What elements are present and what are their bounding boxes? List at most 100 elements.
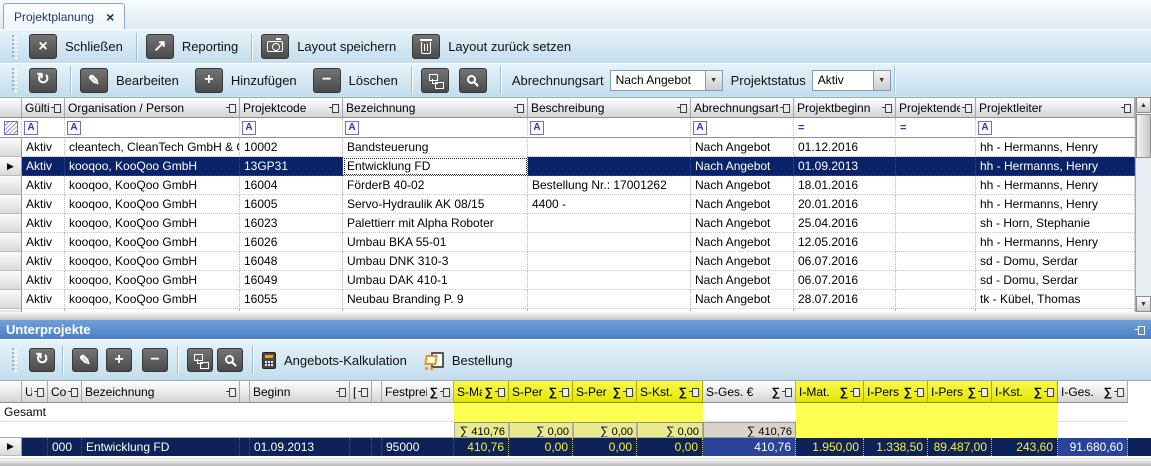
cell[interactable]: 0,00 bbox=[637, 438, 703, 456]
cell[interactable]: 1.338,50 bbox=[864, 438, 928, 456]
cell[interactable]: kooqoo, KooQoo GmbH bbox=[65, 157, 240, 176]
cell[interactable]: kooqoo, KooQoo GmbH bbox=[65, 214, 240, 233]
refresh-button[interactable]: ↻ bbox=[23, 64, 67, 96]
cell[interactable]: Nach Angebot bbox=[691, 233, 794, 252]
pin-icon[interactable] bbox=[677, 103, 687, 113]
edit-button[interactable]: ✎ Bearbeiten bbox=[74, 64, 189, 96]
sum-icon[interactable]: ∑ bbox=[1103, 385, 1112, 399]
layout-reset-button[interactable]: Layout zurück setzen bbox=[406, 30, 581, 63]
cell[interactable]: Entwicklung FD bbox=[82, 438, 240, 456]
status-filter-dropdown[interactable]: Aktiv ▼ bbox=[812, 70, 891, 91]
pin-icon[interactable] bbox=[780, 103, 790, 113]
subgrid-column-header-festprei[interactable]: Festprei∑ bbox=[382, 381, 454, 403]
row-indicator[interactable] bbox=[0, 195, 22, 214]
row-indicator[interactable] bbox=[0, 138, 22, 157]
horizontal-scrollbar[interactable] bbox=[0, 458, 1151, 466]
subgrid-column-header--[interactable]: [ bbox=[350, 381, 372, 403]
cell[interactable]: 01.12.2016 bbox=[794, 138, 896, 157]
pin-icon[interactable] bbox=[962, 103, 972, 113]
cell[interactable]: Bandsteuerung bbox=[343, 138, 528, 157]
cell[interactable] bbox=[528, 252, 691, 271]
cell[interactable]: Nach Angebot bbox=[691, 290, 794, 309]
cell[interactable]: 16026 bbox=[240, 233, 343, 252]
column-header-abrechnungsart[interactable]: Abrechnungsart bbox=[691, 98, 794, 118]
cell[interactable]: Aktiv bbox=[22, 157, 65, 176]
cell[interactable]: 06.07.2016 bbox=[794, 252, 896, 271]
cell[interactable]: sd - Domu, Serdar bbox=[976, 252, 1135, 271]
cell[interactable]: 0,00 bbox=[509, 438, 573, 456]
sum-icon[interactable]: ∑ bbox=[1033, 385, 1042, 399]
subgrid-column-header-u[interactable]: U bbox=[22, 381, 48, 403]
cell[interactable] bbox=[240, 438, 250, 456]
table-row[interactable]: ▶Aktivkooqoo, KooQoo GmbH13GP31Entwicklu… bbox=[0, 157, 1135, 176]
pin-icon[interactable] bbox=[329, 103, 339, 113]
subgrid-column-header-bezeichnung[interactable]: Bezeichnung bbox=[82, 381, 240, 403]
cell[interactable] bbox=[896, 157, 976, 176]
subgrid-column-header-i-kst-[interactable]: I-Kst.∑ bbox=[992, 381, 1058, 403]
cell[interactable]: kooqoo, KooQoo GmbH bbox=[65, 290, 240, 309]
table-row[interactable]: Aktivkooqoo, KooQoo GmbH16004FörderB 40-… bbox=[0, 176, 1135, 195]
close-button[interactable]: × Schließen bbox=[23, 30, 133, 63]
subgrid-column-header-cod[interactable]: Cod bbox=[48, 381, 82, 403]
cell[interactable] bbox=[896, 252, 976, 271]
scroll-down-button[interactable]: ▼ bbox=[1136, 296, 1151, 312]
cell[interactable]: Aktiv bbox=[22, 214, 65, 233]
clear-filter-icon[interactable] bbox=[4, 121, 18, 135]
pin-icon[interactable] bbox=[358, 387, 368, 397]
cell[interactable] bbox=[528, 214, 691, 233]
column-header-projektleiter[interactable]: Projektleiter bbox=[976, 98, 1135, 118]
equals-filter-icon[interactable]: = bbox=[896, 122, 906, 134]
search-button[interactable] bbox=[459, 64, 497, 96]
delete-button[interactable]: − Löschen bbox=[307, 64, 408, 96]
cell[interactable]: Nach Angebot bbox=[691, 271, 794, 290]
subgrid-column-header-s-mat[interactable]: S-Mat∑ bbox=[454, 381, 509, 403]
cell[interactable]: 410,76 bbox=[454, 438, 509, 456]
add-button[interactable]: + Hinzufügen bbox=[189, 64, 307, 96]
cell[interactable]: kooqoo, KooQoo GmbH bbox=[65, 252, 240, 271]
row-indicator[interactable]: ▶ bbox=[0, 438, 22, 456]
layout-save-button[interactable]: Layout speichern bbox=[255, 30, 406, 63]
pin-icon[interactable] bbox=[623, 387, 633, 397]
filter-cell[interactable]: = bbox=[896, 118, 976, 138]
cell[interactable]: 0,00 bbox=[573, 438, 637, 456]
cell[interactable]: 06.07.2016 bbox=[794, 271, 896, 290]
cell[interactable]: 28.07.2016 bbox=[794, 290, 896, 309]
pin-panel-icon[interactable] bbox=[1135, 325, 1145, 335]
table-row[interactable]: Aktivcleantech, CleanTech GmbH & Co. K..… bbox=[0, 138, 1135, 157]
row-indicator[interactable]: ▶ bbox=[0, 157, 22, 176]
sub-refresh-button[interactable]: ↻ bbox=[23, 340, 59, 380]
cell[interactable]: Aktiv bbox=[22, 252, 65, 271]
cell[interactable] bbox=[528, 233, 691, 252]
pin-icon[interactable] bbox=[226, 103, 236, 113]
tab-projektplanung[interactable]: Projektplanung × bbox=[3, 3, 125, 29]
cell[interactable]: Entwicklung FD bbox=[343, 157, 528, 176]
cell[interactable]: Umbau DAK 410-1 bbox=[343, 271, 528, 290]
row-indicator[interactable] bbox=[0, 233, 22, 252]
cell[interactable]: 243,60 bbox=[992, 438, 1058, 456]
auto-filter-icon[interactable]: A bbox=[693, 121, 707, 135]
cell[interactable]: Nach Angebot bbox=[691, 214, 794, 233]
offer-calculation-button[interactable]: Angebots-Kalkulation bbox=[256, 340, 417, 380]
cell[interactable]: 000 bbox=[48, 438, 82, 456]
cell[interactable]: 410,76 bbox=[703, 438, 796, 456]
sum-icon[interactable]: ∑ bbox=[484, 385, 493, 399]
cell[interactable]: Aktiv bbox=[22, 271, 65, 290]
cell[interactable]: 91.680,60 bbox=[1058, 438, 1128, 456]
pin-icon[interactable] bbox=[1044, 387, 1054, 397]
subgrid-column-header-i-ges-[interactable]: I-Ges.∑ bbox=[1058, 381, 1128, 403]
table-row[interactable]: Aktivkooqoo, KooQoo GmbH16005Servo-Hydra… bbox=[0, 195, 1135, 214]
row-indicator[interactable] bbox=[0, 271, 22, 290]
cell[interactable]: hh - Hermanns, Henry bbox=[976, 195, 1135, 214]
cell[interactable]: 4400 - bbox=[528, 195, 691, 214]
pin-icon[interactable] bbox=[495, 387, 505, 397]
subproject-row[interactable]: ▶000Entwicklung FD01.09.201395000410,760… bbox=[0, 438, 1151, 456]
cell[interactable]: 12.05.2016 bbox=[794, 233, 896, 252]
auto-filter-icon[interactable]: A bbox=[67, 121, 81, 135]
table-row[interactable]: Aktivkooqoo, KooQoo GmbH16048Umbau DNK 3… bbox=[0, 252, 1135, 271]
pin-icon[interactable] bbox=[850, 387, 860, 397]
cell[interactable]: 16005 bbox=[240, 195, 343, 214]
cell[interactable]: 95000 bbox=[382, 438, 454, 456]
sum-icon[interactable]: ∑ bbox=[678, 385, 687, 399]
sum-icon[interactable]: ∑ bbox=[771, 385, 780, 399]
cell[interactable]: 01.09.2013 bbox=[794, 157, 896, 176]
